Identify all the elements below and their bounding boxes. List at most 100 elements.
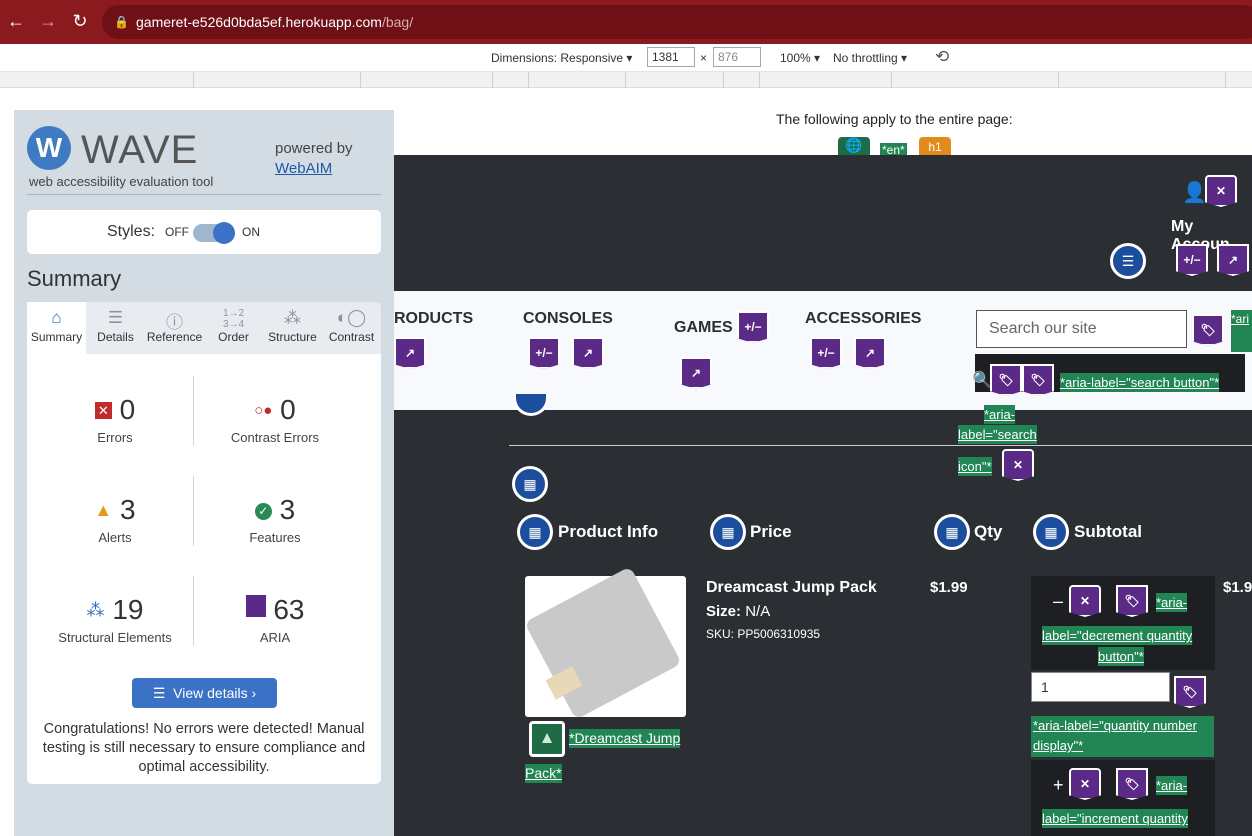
aria-quantity-label: *aria-label="quantity number [1033, 718, 1197, 733]
product-size: Size: N/A [706, 603, 771, 620]
aria-label-tag-icon[interactable]: 🏷 [1192, 314, 1224, 346]
aria-label-partial: *ari [1231, 310, 1252, 352]
dimensions-dropdown[interactable]: Dimensions: Responsive ▾ [491, 51, 632, 65]
tab-contrast[interactable]: ◐◯ Contrast [322, 302, 381, 354]
styles-on-label: ON [242, 225, 260, 239]
aria-quantity-label: display"* [1033, 738, 1084, 753]
increment-button[interactable]: + [1053, 775, 1064, 796]
nav-products[interactable]: RODUCTS [394, 310, 473, 328]
aria-hidden-icon[interactable]: ✕ [1205, 175, 1237, 207]
aria-expanded-icon[interactable]: +/− [737, 311, 769, 343]
styles-label: Styles: [107, 223, 156, 240]
aria-stat[interactable]: 63 ARIA [190, 594, 360, 645]
tab-structure[interactable]: ⁂ Structure [263, 302, 322, 354]
list-structure-icon[interactable]: ☰ [1110, 243, 1146, 279]
aria-label-tag-icon[interactable]: 🏷 [1022, 364, 1054, 396]
styles-off-label: OFF [165, 225, 189, 239]
table-header-icon[interactable]: ▦ [517, 514, 553, 550]
page-apply-bar: The following apply to the entire page: … [394, 110, 1252, 157]
aria-label-tag-icon[interactable]: 🏷 [1116, 768, 1148, 800]
aria-hidden-icon[interactable]: ✕ [1002, 449, 1034, 481]
order-icon: 1→2 3→4 [222, 308, 245, 330]
error-icon: ✕ [94, 402, 112, 419]
summary-panel: ✕ 0 Errors ○● 0 Contrast Errors ▲ 3 Aler… [27, 354, 381, 784]
search-icon[interactable]: 🔍 [972, 370, 992, 390]
media-query-ruler [0, 72, 1252, 88]
aria-label-tag-icon[interactable]: 🏷 [990, 364, 1022, 396]
height-input[interactable]: 876 [713, 47, 761, 67]
table-header-icon[interactable]: ▦ [710, 514, 746, 550]
lock-icon: 🔒 [114, 15, 129, 29]
aria-quantity-label-box: *aria-label="quantity number display"* [1031, 716, 1214, 757]
browser-toolbar: ← → ↻ 🔒 gameret-e526d0bda5ef.herokuapp.c… [0, 0, 1252, 44]
address-bar[interactable]: 🔒 gameret-e526d0bda5ef.herokuapp.com/bag… [102, 5, 1252, 39]
zoom-dropdown[interactable]: 100% ▾ [780, 51, 820, 65]
aria-popup-icon[interactable]: ↗ [572, 337, 604, 369]
aria-popup-icon[interactable]: ↗ [1217, 244, 1249, 276]
alerts-stat[interactable]: ▲ 3 Alerts [30, 494, 200, 545]
arrow-right-icon[interactable]: → [37, 11, 59, 31]
alt-text-label: Pack* [525, 764, 562, 783]
arrow-left-icon[interactable]: ← [5, 11, 27, 31]
contrast-error-icon: ○● [254, 402, 273, 419]
language-globe-icon[interactable]: 🌐 [838, 137, 870, 157]
rotate-icon[interactable]: ⟲ [935, 47, 949, 67]
aria-decrement-label: label="decrement quantity [1042, 626, 1193, 645]
aria-popup-icon[interactable]: ↗ [394, 337, 426, 369]
webaim-link[interactable]: WebAIM [275, 160, 332, 177]
header-qty: Qty [974, 522, 1003, 541]
structural-stat[interactable]: ⁂ 19 Structural Elements [30, 594, 200, 645]
divider [27, 194, 381, 195]
aria-label-tag-icon[interactable]: 🏷 [1116, 585, 1148, 617]
nav-accessories[interactable]: ACCESSORIES [805, 310, 921, 328]
nav-games[interactable]: GAMES [674, 319, 733, 337]
styles-toggle[interactable] [193, 222, 235, 244]
tab-details[interactable]: ☰ Details [86, 302, 145, 354]
aria-hidden-icon[interactable]: ✕ [1069, 585, 1101, 617]
aria-search-icon-label: label="search [958, 425, 1037, 444]
user-icon[interactable]: 👤 [1182, 180, 1207, 205]
congrats-message: Congratulations! No errors were detected… [42, 721, 366, 775]
table-header-icon[interactable]: ▦ [1033, 514, 1069, 550]
h1-alert-icon[interactable]: h1 [919, 137, 951, 157]
aria-search-icon-label: icon"* [958, 457, 992, 476]
view-details-button[interactable]: ☰ View details › [132, 678, 277, 708]
styles-toggle-card: Styles: OFF ON [27, 210, 381, 254]
throttling-dropdown[interactable]: No throttling ▾ [833, 51, 907, 65]
aria-icon [245, 595, 266, 617]
aria-search-button-label: *aria-label="search button"* [1060, 373, 1220, 392]
tab-reference[interactable]: ⓘ Reference [145, 302, 204, 354]
quantity-input[interactable]: 1 [1031, 672, 1170, 702]
tab-summary[interactable]: ⌂ Summary [27, 302, 86, 354]
aria-popup-icon[interactable]: ↗ [854, 337, 886, 369]
summary-heading: Summary [27, 266, 122, 291]
apply-text: The following apply to the entire page: [776, 111, 1013, 127]
table-icon[interactable]: ▦ [512, 466, 548, 502]
product-name[interactable]: Dreamcast Jump Pack [706, 579, 877, 597]
image-alt-icon[interactable]: ▲ [529, 721, 565, 757]
errors-stat[interactable]: ✕ 0 Errors [30, 394, 200, 445]
aria-hidden-icon[interactable]: ✕ [1069, 768, 1101, 800]
product-image[interactable] [524, 566, 686, 720]
product-price: $1.99 [930, 579, 968, 596]
tab-order[interactable]: 1→2 3→4 Order [204, 302, 263, 354]
header-product-info: Product Info [558, 522, 659, 541]
wave-logo-text: WAVE [81, 128, 199, 172]
width-input[interactable]: 1381 [647, 47, 695, 67]
reload-icon[interactable]: ↻ [69, 11, 91, 31]
search-input[interactable]: Search our site [976, 310, 1187, 348]
features-stat[interactable]: ✓ 3 Features [190, 494, 360, 545]
list-icon: ☰ [152, 685, 166, 701]
aria-expanded-icon[interactable]: +/− [810, 337, 842, 369]
aria-label-tag-icon[interactable]: 🏷 [1174, 676, 1206, 708]
aria-expanded-icon[interactable]: +/− [1176, 244, 1208, 276]
wave-tagline: web accessibility evaluation tool [29, 174, 214, 189]
wave-tabs: ⌂ Summary ☰ Details ⓘ Reference 1→2 3→4 Order… [27, 302, 381, 354]
decrement-button[interactable]: – [1053, 591, 1063, 612]
nav-consoles[interactable]: CONSOLES [523, 310, 613, 328]
aria-expanded-icon[interactable]: +/− [528, 337, 560, 369]
table-header-icon[interactable]: ▦ [934, 514, 970, 550]
contrast-errors-stat[interactable]: ○● 0 Contrast Errors [190, 394, 360, 445]
aria-popup-icon[interactable]: ↗ [680, 357, 712, 389]
wave-sidebar: W WAVE web accessibility evaluation tool… [14, 110, 394, 836]
